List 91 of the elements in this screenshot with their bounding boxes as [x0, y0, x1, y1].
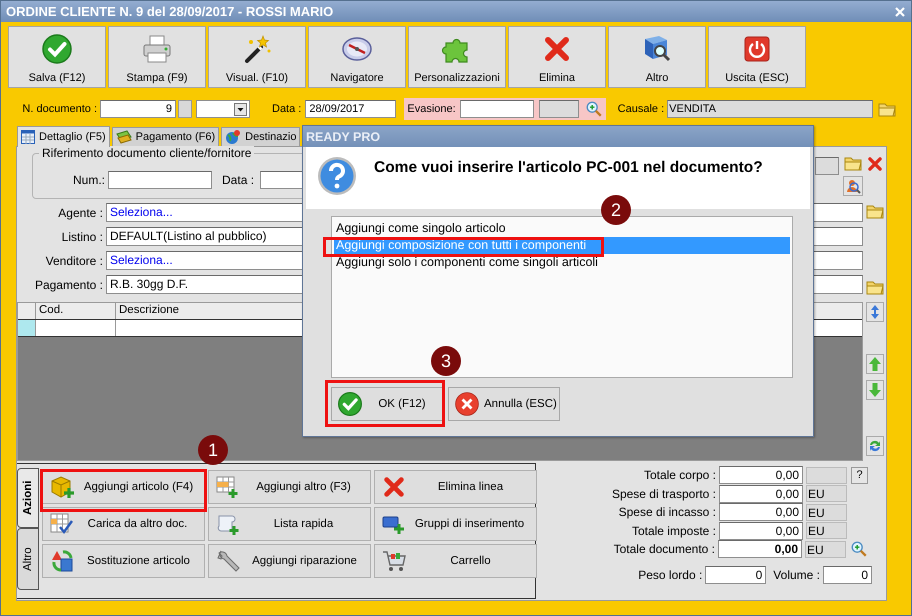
- toolbar-button[interactable]: Navigatore: [308, 26, 406, 88]
- toolbar-button[interactable]: Stampa (F9): [108, 26, 206, 88]
- close-icon[interactable]: [895, 6, 905, 16]
- field-label: Spese di incasso :: [618, 505, 716, 520]
- cancel-button[interactable]: Annulla (ESC): [448, 387, 560, 421]
- input-field[interactable]: 28/09/2017: [305, 100, 396, 118]
- cancel-icon: [454, 391, 480, 417]
- arrow-up-icon[interactable]: [866, 354, 884, 374]
- input-field[interactable]: [108, 171, 212, 189]
- group-title: Riferimento documento cliente/fornitore: [39, 146, 254, 160]
- amount-field[interactable]: 0,00: [719, 484, 803, 503]
- input-field[interactable]: [815, 157, 839, 175]
- readonly-field: [806, 466, 847, 484]
- vertical-tab[interactable]: Altro: [17, 528, 39, 590]
- amount-field[interactable]: 0,00: [719, 503, 803, 522]
- toolbar-button[interactable]: Personalizzazioni: [408, 26, 506, 88]
- action-button[interactable]: Sostituzione articolo: [42, 544, 205, 578]
- field-label: Data :: [222, 173, 254, 187]
- currency-field: EU: [806, 485, 847, 502]
- toolbar-button[interactable]: Altro: [608, 26, 706, 88]
- field-label: Peso lordo :: [638, 568, 702, 582]
- column-header[interactable]: Cod.: [36, 303, 116, 319]
- window-title: ORDINE CLIENTE N. 9 del 28/09/2017 - ROSSI MARIO: [6, 4, 334, 19]
- field-label: Num.:: [73, 173, 106, 187]
- field-label: Totale corpo :: [644, 468, 716, 482]
- help-button[interactable]: ?: [851, 466, 868, 484]
- money-icon: [116, 130, 132, 144]
- tab[interactable]: Dettaglio (F5): [17, 126, 110, 147]
- arrow-down-icon[interactable]: [866, 380, 884, 400]
- action-button[interactable]: Aggiungi articolo (F4): [42, 470, 205, 504]
- question-icon: [316, 155, 358, 197]
- wrench-icon: [215, 548, 241, 574]
- toolbar-button[interactable]: Salva (F12): [8, 26, 106, 88]
- input-field[interactable]: [460, 100, 534, 118]
- field-label: Venditore :: [44, 254, 104, 268]
- field-label: Totale documento :: [614, 542, 715, 556]
- dialog-title: READY PRO: [306, 130, 380, 144]
- calendar-icon: [21, 130, 35, 144]
- tab[interactable]: Destinazio: [221, 127, 300, 146]
- currency-field: EU: [806, 522, 847, 540]
- ok-button[interactable]: OK (F12): [331, 387, 443, 421]
- remove-icon[interactable]: [866, 155, 884, 173]
- tab[interactable]: Pagamento (F6): [112, 127, 220, 146]
- checkmark-icon: [337, 391, 363, 417]
- currency-field: EU: [806, 504, 847, 521]
- amount-field[interactable]: 0,00: [719, 466, 803, 484]
- action-button[interactable]: Elimina linea: [374, 470, 537, 504]
- input-field[interactable]: 0: [823, 566, 872, 584]
- field-label: Totale imposte :: [632, 524, 716, 538]
- action-button[interactable]: Aggiungi altro (F3): [208, 470, 371, 504]
- input-field[interactable]: [538, 100, 579, 118]
- currency-field: EU: [805, 540, 846, 558]
- swap-icon: [49, 548, 75, 574]
- field-label: Listino :: [60, 230, 104, 244]
- printer-icon: [141, 33, 173, 65]
- list-option[interactable]: Aggiungi solo i componenti come singoli articoli: [334, 254, 790, 271]
- action-button[interactable]: Lista rapida: [208, 507, 371, 541]
- refresh-icon[interactable]: [866, 436, 884, 456]
- globe-icon: [225, 129, 242, 145]
- field-label: Evasione:: [407, 103, 456, 115]
- field-label: Data :: [272, 103, 302, 115]
- field-label: Spese di trasporto :: [612, 486, 716, 501]
- action-button[interactable]: Gruppi di inserimento: [374, 507, 537, 541]
- table-check-icon: [49, 512, 73, 536]
- vertical-tab[interactable]: Azioni: [17, 468, 39, 528]
- field-label: Agente :: [57, 206, 104, 220]
- toolbar-button[interactable]: Elimina: [508, 26, 606, 88]
- action-button[interactable]: Carica da altro doc.: [42, 507, 205, 541]
- box-add-icon: [49, 474, 75, 500]
- checkmark-icon: [41, 33, 73, 65]
- amount-field[interactable]: 0,00: [719, 522, 803, 540]
- dialog-question: Come vuoi inserire l'articolo PC-001 nel documento?: [374, 159, 763, 177]
- small-button[interactable]: [178, 100, 192, 118]
- input-field[interactable]: 9: [100, 100, 176, 118]
- zoom-in-icon[interactable]: [584, 100, 603, 118]
- user-search-icon[interactable]: [843, 176, 863, 196]
- action-button[interactable]: Aggiungi riparazione: [208, 544, 371, 578]
- field-label: N. documento :: [21, 103, 97, 115]
- toolbar-button[interactable]: Visual. (F10): [208, 26, 306, 88]
- toolbar-button[interactable]: Uscita (ESC): [708, 26, 806, 88]
- field-label: Causale :: [618, 103, 664, 115]
- zoom-in-icon[interactable]: [850, 540, 868, 558]
- row-selector[interactable]: [18, 320, 36, 336]
- dropdown-field[interactable]: [196, 100, 250, 118]
- field-label: Pagamento :: [34, 278, 104, 292]
- field-label: Volume :: [773, 568, 820, 582]
- table-add-icon: [215, 475, 239, 499]
- action-button[interactable]: Carrello: [374, 544, 537, 578]
- amount-field[interactable]: 0,00: [718, 540, 802, 558]
- input-field[interactable]: 0: [705, 566, 766, 584]
- input-field[interactable]: VENDITA: [667, 100, 874, 118]
